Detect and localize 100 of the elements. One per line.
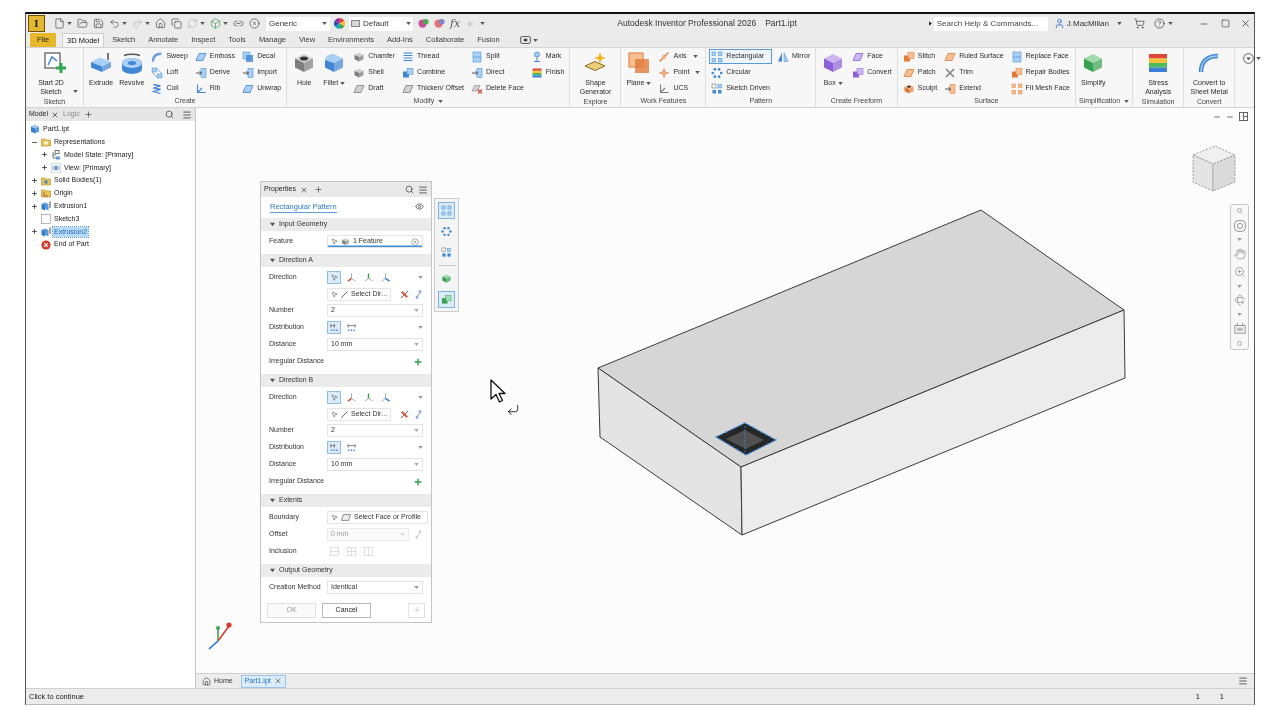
option-toggle[interactable] xyxy=(344,321,358,334)
save-icon[interactable] xyxy=(93,18,104,29)
expand-icon[interactable] xyxy=(31,228,38,236)
overlapping-circles-icon[interactable] xyxy=(434,18,445,29)
sheet-icon xyxy=(194,50,207,63)
help-icon[interactable] xyxy=(1154,18,1165,29)
option-toggle[interactable] xyxy=(344,441,358,454)
sheet-icon xyxy=(902,66,915,79)
link-icon[interactable] xyxy=(233,18,244,29)
expand-icon[interactable] xyxy=(31,189,38,197)
undo-icon[interactable] xyxy=(109,18,120,29)
pointer-icon xyxy=(330,274,338,281)
add-icon[interactable] xyxy=(413,356,423,367)
color-wheel-icon[interactable] xyxy=(334,18,345,29)
block-icon xyxy=(89,51,114,75)
search-icon[interactable] xyxy=(165,110,174,119)
circle-cross-icon[interactable] xyxy=(249,18,260,29)
app-logo[interactable]: I xyxy=(28,15,45,32)
crossed-line-icon[interactable] xyxy=(400,409,409,419)
overlapping-squares-icon xyxy=(852,66,865,79)
pattern-type-button[interactable] xyxy=(438,202,455,219)
eye-icon[interactable] xyxy=(415,202,424,211)
overlapping-squares-icon xyxy=(902,50,915,63)
diagonal-arrows-icon[interactable] xyxy=(414,409,423,419)
menu-icon[interactable] xyxy=(182,109,192,120)
curve-icon xyxy=(151,50,164,63)
folder-icon[interactable] xyxy=(77,18,88,29)
zoom-icon[interactable] xyxy=(1233,266,1246,279)
cube-icon xyxy=(441,273,452,284)
square-grid-icon xyxy=(1010,82,1023,95)
pan-icon[interactable] xyxy=(1233,247,1246,260)
square-pattern-icon xyxy=(441,247,452,258)
maximize-icon[interactable] xyxy=(1221,19,1230,28)
caret-icon xyxy=(223,22,228,25)
square-pattern-icon xyxy=(711,82,724,95)
user-name[interactable]: J.MacMillan xyxy=(1066,17,1109,30)
menu-icon[interactable] xyxy=(1238,676,1248,686)
close-icon[interactable] xyxy=(273,677,282,685)
caret-icon xyxy=(414,586,419,589)
orbit-icon[interactable] xyxy=(1233,294,1246,307)
copy-icon[interactable] xyxy=(171,18,182,29)
expand-icon[interactable] xyxy=(31,202,38,210)
expand-arrow-icon[interactable] xyxy=(928,21,932,26)
option-toggle[interactable] xyxy=(327,321,341,334)
box-icon[interactable] xyxy=(210,18,221,29)
output-type-button[interactable] xyxy=(438,291,455,308)
arrow-box-icon xyxy=(242,66,255,79)
crossed-line-icon[interactable] xyxy=(400,289,409,299)
collapse-arrow-icon xyxy=(270,258,275,263)
cart-icon[interactable] xyxy=(1134,18,1145,29)
rounded-rectangle-icon[interactable] xyxy=(519,36,531,44)
caret-icon xyxy=(1237,284,1242,288)
square-hole[interactable] xyxy=(714,422,778,456)
caret-icon xyxy=(414,343,419,346)
document-icon[interactable] xyxy=(54,18,65,29)
folder-icon xyxy=(41,137,51,148)
add-icon[interactable] xyxy=(413,476,423,487)
user-icon[interactable] xyxy=(1053,18,1065,29)
collapse-arrow-icon xyxy=(270,378,275,383)
axis-triad-icon xyxy=(346,273,356,282)
expand-icon[interactable] xyxy=(31,177,38,185)
diagonal-arrows-icon[interactable] xyxy=(414,289,423,299)
overlapping-circles-icon[interactable] xyxy=(418,18,429,29)
home-icon xyxy=(202,676,211,686)
collapse-arrow-icon xyxy=(270,568,275,573)
home-icon[interactable] xyxy=(155,18,166,29)
clear-icon[interactable] xyxy=(411,237,419,246)
split-view-icon[interactable] xyxy=(1239,112,1248,121)
caret-icon xyxy=(406,22,411,25)
menu-icon[interactable] xyxy=(418,184,428,195)
close-icon[interactable] xyxy=(51,110,60,119)
add-tab-icon[interactable] xyxy=(83,110,93,119)
parameters-button[interactable]: fx xyxy=(450,18,461,29)
view-cube[interactable] xyxy=(1190,143,1238,193)
expand-icon[interactable] xyxy=(41,164,48,172)
option-toggle[interactable] xyxy=(327,391,341,404)
search-field[interactable]: Search Help & Commands... xyxy=(933,16,1048,31)
color-bands-icon xyxy=(530,66,543,79)
block-hole-icon xyxy=(902,82,915,95)
arrow-box-icon xyxy=(471,66,484,79)
spacing-icon xyxy=(329,323,339,332)
expand-icon[interactable] xyxy=(41,151,48,159)
search-icon[interactable] xyxy=(405,185,414,194)
material-dropdown[interactable]: Generic xyxy=(266,16,330,31)
caret-icon xyxy=(1117,22,1122,25)
cube-icon xyxy=(341,237,350,246)
option-toggle[interactable] xyxy=(344,391,358,404)
end-of-part-icon xyxy=(41,239,51,250)
close-icon[interactable] xyxy=(1240,18,1251,29)
frame-icon[interactable] xyxy=(1233,322,1246,335)
option-toggle[interactable] xyxy=(344,271,358,284)
caret-icon xyxy=(322,22,327,25)
add-tab-icon[interactable] xyxy=(313,185,323,194)
close-icon[interactable] xyxy=(299,185,308,194)
option-toggle[interactable] xyxy=(327,271,341,284)
option-toggle[interactable] xyxy=(327,441,341,454)
appearance-dropdown[interactable]: Default xyxy=(349,16,413,31)
caret-icon xyxy=(1256,57,1262,60)
axis-triad-icon xyxy=(363,393,373,402)
wheel-icon[interactable] xyxy=(1233,219,1246,232)
